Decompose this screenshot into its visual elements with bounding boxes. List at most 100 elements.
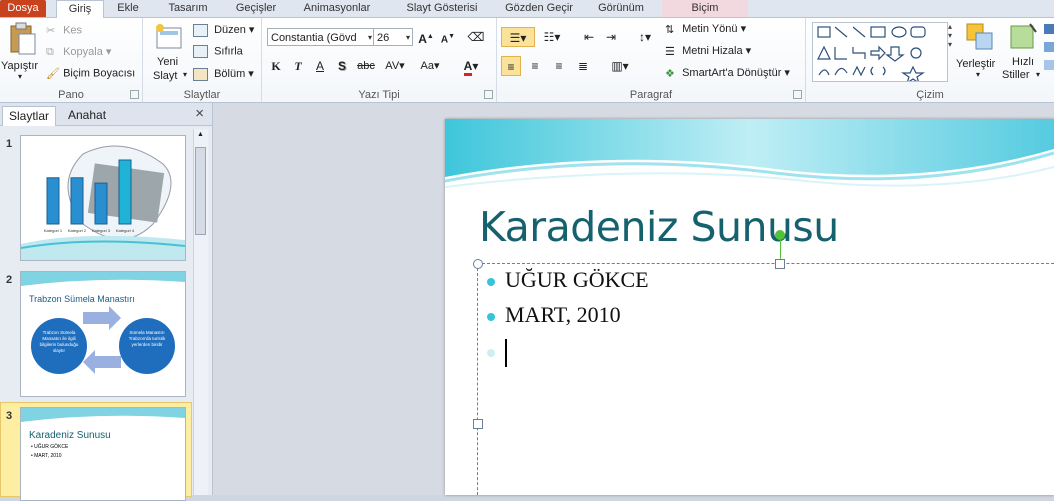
thumb-tick-label: Kategori 4 <box>116 228 135 233</box>
decrease-indent-icon[interactable]: ⇤ <box>579 27 599 47</box>
slide-thumbnail-1[interactable]: Kategori 1 Kategori 2 Kategori 3 Kategori 4 <box>20 135 186 261</box>
scissors-icon: ✂ <box>46 25 56 37</box>
font-size-combo[interactable]: 26 ▾ <box>373 28 413 46</box>
tab-ekle[interactable]: Ekle <box>108 0 148 17</box>
align-right-icon: ≡ <box>555 59 563 73</box>
layout-button[interactable]: Düzen ▾ <box>193 23 254 37</box>
tab-tasarim[interactable]: Tasarım <box>158 0 218 17</box>
thumb-bar <box>70 177 84 225</box>
align-right-button[interactable]: ≡ <box>549 56 569 76</box>
slide-bullet-empty[interactable] <box>487 339 507 368</box>
shape-fill-icons[interactable] <box>1044 24 1054 74</box>
slide-number: 1 <box>6 138 13 150</box>
align-center-button[interactable]: ≡ <box>525 56 545 76</box>
slide-thumbnail-3[interactable]: Karadeniz Sunusu • UĞUR GÖKCE • MART, 20… <box>20 407 186 501</box>
italic-button[interactable]: T <box>288 56 308 76</box>
resize-handle[interactable] <box>473 419 483 429</box>
change-case-button[interactable]: Aa▾ <box>416 56 444 76</box>
tab-dosya[interactable]: Dosya <box>0 0 46 17</box>
new-slide-button[interactable]: Yeni Slayt ▾ <box>147 22 191 84</box>
cut-button[interactable]: ✂ Kes <box>46 24 82 37</box>
arrange-button[interactable]: Yerleştir ▾ <box>956 22 1000 84</box>
tab-gozden-gecir[interactable]: Gözden Geçir <box>496 0 582 17</box>
smartart-button[interactable]: ❖ SmartArt'a Dönüştür ▾ <box>665 66 790 80</box>
char-spacing-button[interactable]: AV▾ <box>382 56 408 76</box>
slide-title[interactable]: Karadeniz Sunusu <box>479 203 839 251</box>
justify-button[interactable]: ≣ <box>573 56 593 76</box>
resize-handle[interactable] <box>473 259 483 269</box>
line-spacing-button[interactable]: ↕▾ <box>631 27 659 47</box>
strikethrough-button[interactable]: abc <box>354 56 378 76</box>
shrink-font-button[interactable]: A▼ <box>438 27 458 47</box>
resize-handle[interactable] <box>775 259 785 269</box>
paste-button[interactable]: Yapıştır ▾ <box>1 22 40 82</box>
text-direction-button[interactable]: ⇅ Metin Yönü ▾ <box>665 22 746 36</box>
close-icon[interactable]: × <box>195 105 204 122</box>
clear-format-icon[interactable]: ⌫ <box>466 27 486 47</box>
scrollbar-thumb[interactable] <box>195 147 206 235</box>
dialog-launcher-icon[interactable] <box>484 90 493 99</box>
font-color-button[interactable]: A▾ <box>458 56 484 76</box>
format-painter-button[interactable]: 🖌 Biçim Boyacısı <box>46 67 135 80</box>
thumb-tick-label: Kategori 1 <box>44 228 63 233</box>
bold-button[interactable]: K <box>266 56 286 76</box>
bullets-button[interactable]: ☰▾ <box>501 27 535 47</box>
group-paragraf: ☰▾ ☷▾ ⇤ ⇥ ↕▾ ⇅ Metin Yönü ▾ ☰ Metni Hiza… <box>497 18 806 102</box>
slide-edit-area: Karadeniz Sunusu UĞUR GÖKCE MART, 2010 <box>213 103 1054 495</box>
thumb-chart: Kategori 1 Kategori 2 Kategori 3 Kategori 4 <box>21 145 185 260</box>
copy-button[interactable]: ⧉ Kopyala ▾ <box>46 45 111 59</box>
rotate-handle[interactable] <box>775 230 785 240</box>
group-label-pano: Pano <box>58 89 84 101</box>
slide-bullet[interactable]: MART, 2010 <box>487 302 621 328</box>
align-text-button[interactable]: ☰ Metni Hizala ▾ <box>665 44 751 58</box>
content-placeholder[interactable] <box>477 263 1054 495</box>
tab-giris[interactable]: Giriş <box>56 0 104 19</box>
shadow-button[interactable]: S <box>332 56 352 76</box>
grow-font-button[interactable]: A▲ <box>416 27 436 47</box>
ribbon: Yapıştır ▾ ✂ Kes ⧉ Kopyala ▾ 🖌 Biçim Boy… <box>0 18 1054 103</box>
tab-gecisler[interactable]: Geçişler <box>226 0 286 17</box>
shapes-icon <box>817 26 926 85</box>
slide-number: 2 <box>6 274 13 286</box>
columns-icon: ▥ <box>611 59 623 73</box>
tab-anahat[interactable]: Anahat <box>62 106 112 125</box>
group-slaytlar: Yeni Slayt ▾ Düzen ▾ Sıfırla Bölüm ▾ Sla… <box>143 18 262 102</box>
shapes-scroll[interactable]: ▴ ▾ ▾ <box>948 22 958 80</box>
section-button[interactable]: Bölüm ▾ <box>193 67 254 81</box>
justify-icon: ≣ <box>577 59 589 73</box>
panel-scrollbar[interactable]: ▲ <box>193 129 208 495</box>
numbering-button[interactable]: ☷▾ <box>537 27 567 47</box>
dialog-launcher-icon[interactable] <box>793 90 802 99</box>
tab-gorunum[interactable]: Görünüm <box>588 0 654 17</box>
align-left-icon: ≡ <box>507 60 515 74</box>
slide-bullet[interactable]: UĞUR GÖKCE <box>487 267 649 293</box>
quick-styles-button[interactable]: Hızlı Stiller ▾ <box>1002 22 1044 88</box>
slide-thumbnail-2[interactable]: Trabzon Sümela Manastırı Trabzon Sümela … <box>20 271 186 397</box>
rotate-handle-line <box>780 240 781 259</box>
bullet-icon <box>487 277 495 286</box>
reset-button[interactable]: Sıfırla <box>193 45 243 58</box>
tab-slaytlar[interactable]: Slaytlar <box>2 106 57 126</box>
underline-button[interactable]: A <box>310 56 330 76</box>
thumb-title: Karadeniz Sunusu <box>29 430 111 441</box>
columns-button[interactable]: ▥▾ <box>605 56 635 76</box>
copy-icon: ⧉ <box>46 45 54 58</box>
dialog-launcher-icon[interactable] <box>130 90 139 99</box>
thumb-arrows <box>83 306 121 374</box>
layout-icon <box>193 23 208 37</box>
tab-bicim[interactable]: Biçim <box>662 0 748 17</box>
font-family-combo[interactable]: Constantia (Gövd ▾ <box>267 28 375 46</box>
header-wave <box>21 408 185 428</box>
align-center-icon: ≡ <box>531 59 539 73</box>
align-left-button[interactable]: ≡ <box>501 56 521 76</box>
smartart-icon: ❖ <box>665 67 675 80</box>
shapes-gallery[interactable] <box>812 22 948 85</box>
thumb-bar <box>94 182 108 225</box>
shape-effects-icon <box>1044 60 1054 70</box>
slide-canvas[interactable]: Karadeniz Sunusu UĞUR GÖKCE MART, 2010 <box>445 119 1054 495</box>
bullet-icon <box>487 349 495 358</box>
tab-slayt-gosterisi[interactable]: Slayt Gösterisi <box>392 0 492 17</box>
increase-indent-icon[interactable]: ⇥ <box>601 27 621 47</box>
scroll-up-icon[interactable]: ▲ <box>195 131 206 143</box>
tab-animasyonlar[interactable]: Animasyonlar <box>292 0 382 17</box>
